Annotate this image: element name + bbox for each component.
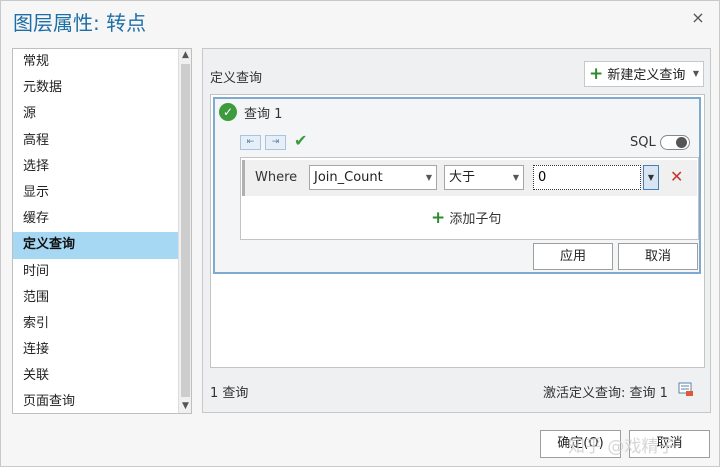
- sidebar-list: 常规 元数据源高程 选择 显示 缓存 定义查询 时间 范围 索引 连接 关联 页面查询: [13, 49, 179, 413]
- chevron-down-icon: ▼: [692, 69, 699, 78]
- sidebar-item[interactable]: 索引: [13, 311, 179, 337]
- remove-icon[interactable]: ✕: [670, 167, 683, 186]
- add-clause-label: 添加子句: [449, 212, 502, 227]
- query-list: ✓ 查询 1 ⇤ ⇥ ✔ SQL Where Join_Count ▼ 大于 ▼…: [210, 94, 705, 368]
- check-circle-icon: ✓: [219, 103, 237, 121]
- query-title: 查询 1: [244, 107, 283, 122]
- query-count: 1 查询: [210, 386, 249, 401]
- plus-icon: +: [431, 208, 446, 228]
- apply-button[interactable]: 应用: [533, 243, 613, 270]
- watermark: 知乎 @戏精子: [568, 437, 676, 457]
- sidebar-item[interactable]: 连接: [13, 337, 179, 363]
- sidebar-item[interactable]: 高程: [13, 128, 179, 154]
- sidebar-item[interactable]: 缓存: [13, 206, 179, 232]
- outdent-icon[interactable]: ⇤: [240, 135, 261, 150]
- clause-row: Where Join_Count ▼ 大于 ▼ ▼ ✕: [242, 160, 697, 196]
- query-cancel-button[interactable]: 取消: [618, 243, 698, 270]
- add-clause-button[interactable]: + 添加子句: [431, 208, 501, 228]
- operator-value: 大于: [449, 170, 476, 185]
- chevron-down-icon: ▼: [425, 173, 432, 182]
- active-query-status: 激活定义查询: 查询 1: [543, 386, 668, 401]
- sidebar-item[interactable]: 源: [13, 101, 179, 127]
- sidebar-item[interactable]: 选择: [13, 154, 179, 180]
- title-bar: 图层属性: 转点 ×: [1, 1, 719, 39]
- new-query-label: 新建定义查询: [607, 68, 686, 83]
- field-select[interactable]: Join_Count ▼: [309, 165, 437, 190]
- toggle-knob: [676, 137, 687, 148]
- sidebar-scrollbar[interactable]: ▲ ▼: [178, 49, 191, 413]
- scroll-up-icon[interactable]: ▲: [179, 49, 192, 62]
- sidebar: 常规 元数据源高程 选择 显示 缓存 定义查询 时间 范围 索引 连接 关联 页面查询 ▲ ▼: [12, 48, 192, 414]
- scroll-thumb[interactable]: [181, 64, 190, 397]
- verify-check-icon[interactable]: ✔: [294, 131, 307, 150]
- sidebar-item[interactable]: 时间: [13, 259, 179, 285]
- section-title: 定义查询: [210, 71, 263, 86]
- sidebar-item[interactable]: 元数据: [13, 75, 179, 101]
- new-definition-query-button[interactable]: + 新建定义查询 ▼: [584, 61, 704, 87]
- plus-icon: +: [589, 64, 604, 84]
- dialog-title: 图层属性: 转点: [13, 11, 147, 35]
- operator-select[interactable]: 大于 ▼: [444, 165, 524, 190]
- sidebar-item[interactable]: 范围: [13, 285, 179, 311]
- sql-toggle[interactable]: [660, 135, 690, 150]
- sidebar-item[interactable]: 定义查询: [13, 232, 179, 259]
- value-dropdown-icon[interactable]: ▼: [643, 165, 659, 190]
- clause-box: Where Join_Count ▼ 大于 ▼ ▼ ✕: [240, 157, 699, 240]
- definition-query-panel: 定义查询 + 新建定义查询 ▼ ✓ 查询 1 ⇤ ⇥ ✔ SQL Where J…: [202, 48, 711, 413]
- sidebar-item[interactable]: 关联: [13, 363, 179, 389]
- sidebar-item[interactable]: 页面查询: [13, 389, 179, 413]
- query-card[interactable]: ✓ 查询 1 ⇤ ⇥ ✔ SQL Where Join_Count ▼ 大于 ▼…: [213, 97, 701, 274]
- scroll-down-icon[interactable]: ▼: [179, 400, 192, 413]
- close-icon[interactable]: ×: [689, 9, 707, 27]
- where-label: Where: [255, 170, 298, 185]
- chevron-down-icon: ▼: [512, 173, 519, 182]
- sidebar-item[interactable]: 显示: [13, 180, 179, 206]
- layer-filter-icon[interactable]: [678, 381, 695, 398]
- sidebar-item[interactable]: 常规: [13, 49, 179, 75]
- layer-properties-dialog: 图层属性: 转点 × 常规 元数据源高程 选择 显示 缓存 定义查询 时间 范围 索引 连接 关联页…: [0, 0, 720, 467]
- sql-label: SQL: [630, 135, 656, 150]
- indent-icon[interactable]: ⇥: [265, 135, 286, 150]
- field-value: Join_Count: [314, 170, 383, 185]
- value-input[interactable]: [533, 165, 641, 190]
